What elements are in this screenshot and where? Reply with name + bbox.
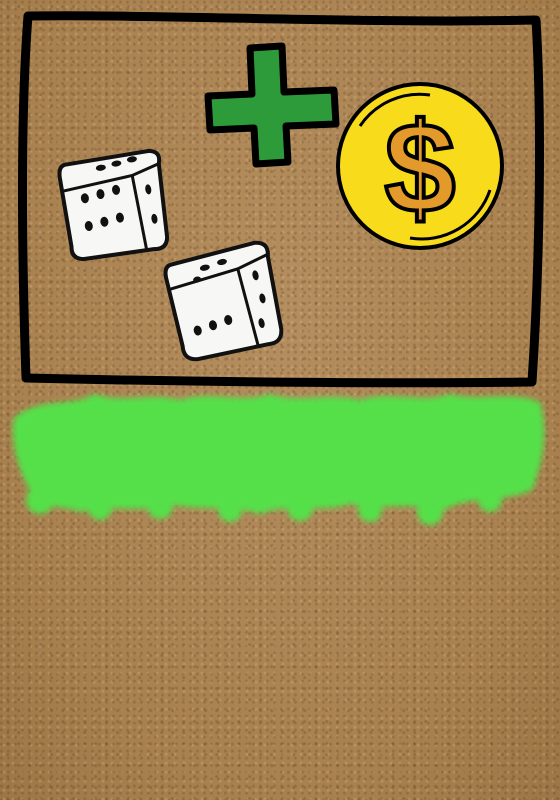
plus-icon — [204, 42, 340, 168]
dollar-coin-icon: $ — [336, 82, 504, 250]
dice-icon — [163, 240, 284, 362]
grass-strip — [12, 394, 545, 525]
dollar-symbol: $ — [384, 97, 455, 240]
dice-icon — [57, 148, 170, 262]
game-card: $ — [12, 11, 545, 525]
